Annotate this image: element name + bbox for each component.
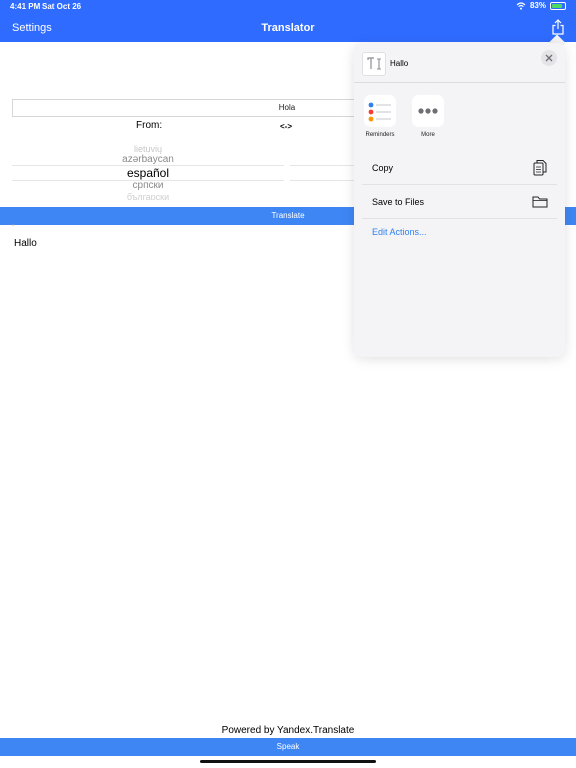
save-to-files-action[interactable]: Save to Files bbox=[362, 185, 557, 219]
edit-actions-link[interactable]: Edit Actions... bbox=[372, 227, 427, 237]
share-sheet-header: Hallo bbox=[354, 43, 565, 83]
share-preview-title: Hallo bbox=[390, 59, 409, 68]
home-indicator[interactable] bbox=[200, 760, 376, 763]
folder-icon bbox=[532, 196, 548, 208]
translation-output: Hallo bbox=[14, 238, 37, 249]
copy-icon bbox=[533, 160, 547, 176]
navigation-bar: 4:41 PM Sat Oct 26 83% Settings Translat… bbox=[0, 0, 576, 42]
page-title: Translator bbox=[261, 22, 315, 34]
battery-fill bbox=[552, 3, 562, 8]
powered-by-label: Powered by Yandex.Translate bbox=[221, 725, 355, 736]
text-document-icon bbox=[362, 52, 386, 76]
copy-label: Copy bbox=[372, 163, 394, 173]
status-indicators: 83% bbox=[516, 1, 566, 10]
reminders-app-button[interactable] bbox=[364, 95, 396, 127]
status-time: 4:41 PM bbox=[10, 2, 41, 11]
close-button[interactable] bbox=[541, 50, 557, 66]
close-icon[interactable] bbox=[541, 50, 557, 66]
picker-option[interactable]: azərbaycan bbox=[12, 154, 284, 165]
wifi-icon bbox=[516, 1, 526, 10]
more-icon bbox=[418, 108, 438, 114]
battery-icon bbox=[550, 1, 566, 10]
translator-app-screen: 4:41 PM Sat Oct 26 83% Settings Translat… bbox=[0, 0, 576, 768]
source-language-picker[interactable]: lietuvių azərbaycan español српски бълга… bbox=[12, 142, 284, 200]
share-sheet: Hallo Reminders More Copy Save to Files … bbox=[354, 43, 565, 357]
quote-mark: " bbox=[12, 224, 15, 231]
save-to-files-label: Save to Files bbox=[372, 197, 425, 207]
status-date: Sat Oct 26 bbox=[42, 2, 82, 11]
picker-divider bbox=[290, 180, 354, 181]
reminders-icon bbox=[368, 102, 391, 122]
more-app-button[interactable] bbox=[412, 95, 444, 127]
picker-divider bbox=[12, 165, 284, 166]
settings-button[interactable]: Settings bbox=[12, 22, 52, 34]
share-actions-list: Copy Save to Files bbox=[362, 151, 557, 219]
picker-option-selected[interactable]: español bbox=[12, 166, 284, 180]
swap-languages-button[interactable]: <-> bbox=[280, 122, 292, 131]
more-label: More bbox=[421, 132, 435, 138]
picker-option[interactable]: български bbox=[12, 192, 284, 200]
picker-option[interactable]: српски bbox=[12, 180, 284, 191]
battery-percent: 83% bbox=[529, 1, 546, 10]
reminders-label: Reminders bbox=[365, 132, 395, 138]
copy-action[interactable]: Copy bbox=[362, 151, 557, 185]
from-label: From: bbox=[136, 120, 163, 131]
picker-divider bbox=[12, 180, 284, 181]
picker-divider bbox=[290, 165, 354, 166]
speak-button[interactable]: Speak bbox=[0, 738, 576, 756]
share-icon[interactable] bbox=[550, 19, 566, 35]
picker-option[interactable]: lietuvių bbox=[12, 144, 284, 154]
